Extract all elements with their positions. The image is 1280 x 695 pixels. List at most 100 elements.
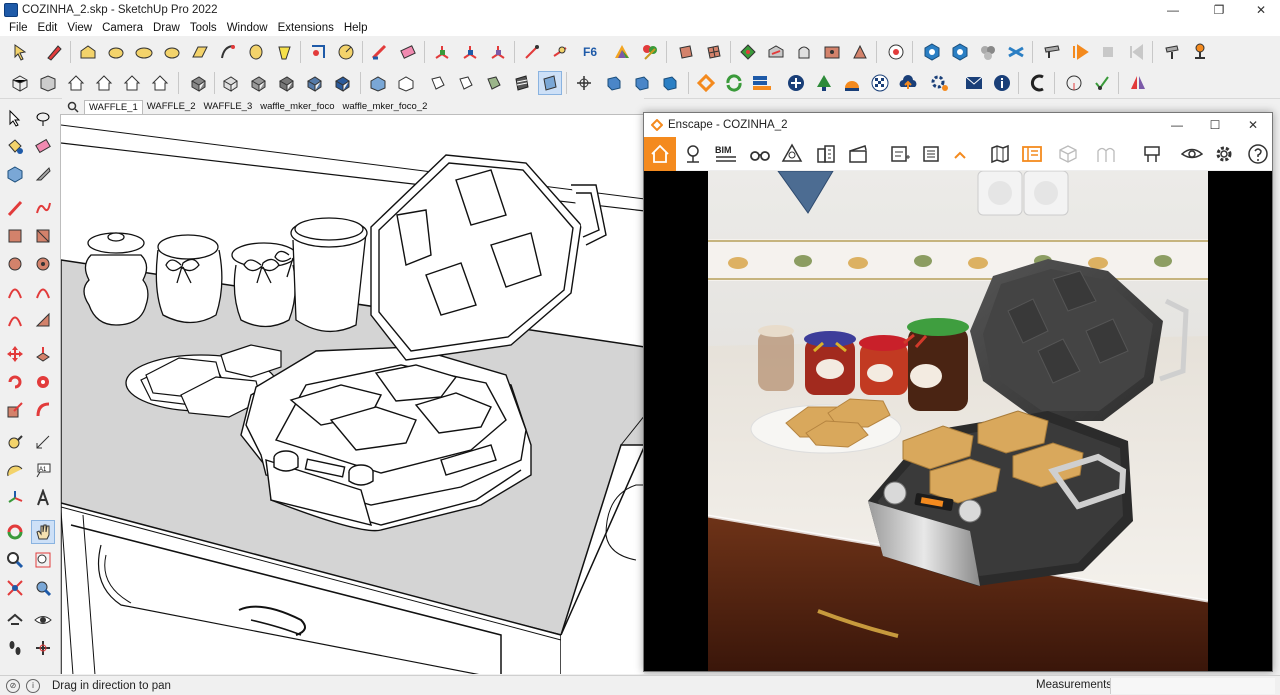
zoom-extents-icon[interactable] xyxy=(3,576,27,600)
sketchup-viewport[interactable] xyxy=(60,114,644,674)
enscape-settings-gear-icon[interactable] xyxy=(1210,140,1238,168)
enscape-close-button[interactable]: ✕ xyxy=(1234,113,1272,137)
axes-icon-1[interactable] xyxy=(430,40,454,64)
walk-footprints-icon[interactable] xyxy=(3,636,27,660)
move-tool-icon[interactable] xyxy=(3,342,27,366)
enscape-binoculars-icon[interactable] xyxy=(746,140,774,168)
look-around-eye-icon[interactable] xyxy=(31,608,55,632)
enscape-minimize-button[interactable]: — xyxy=(1158,113,1196,137)
pencil-icon[interactable] xyxy=(42,40,66,64)
blue-cube-icon-3[interactable] xyxy=(658,71,682,95)
enscape-bim-button[interactable]: BIM xyxy=(712,140,740,168)
color-picker-icon[interactable] xyxy=(610,40,634,64)
measurements-input[interactable] xyxy=(1110,678,1275,694)
enscape-maximize-button[interactable]: ☐ xyxy=(1196,113,1234,137)
tag-tool-icon[interactable] xyxy=(31,162,55,186)
pan-hand-tool-icon[interactable] xyxy=(31,520,55,544)
enscape-location-icon[interactable] xyxy=(680,140,708,168)
axes-pen-icon[interactable] xyxy=(368,40,392,64)
menu-extensions[interactable]: Extensions xyxy=(273,22,339,34)
section-grid-icon[interactable] xyxy=(702,40,726,64)
rectangle-tool-icon[interactable] xyxy=(76,40,100,64)
material-wand-icon[interactable] xyxy=(638,40,662,64)
sky-icon[interactable] xyxy=(840,71,864,95)
eraser-tool-icon[interactable] xyxy=(31,134,55,158)
text-tool-icon[interactable]: A1 xyxy=(31,458,55,482)
pie-tool-icon[interactable] xyxy=(31,308,55,332)
freehand-tool-icon[interactable] xyxy=(31,196,55,220)
enscape-batch-render-icon[interactable] xyxy=(918,140,946,168)
check-edit-icon[interactable] xyxy=(1090,71,1114,95)
right-view-icon[interactable] xyxy=(92,71,116,95)
scene-tab-waffle-2[interactable]: WAFFLE_2 xyxy=(143,100,200,114)
tape-measure-icon[interactable] xyxy=(306,40,330,64)
line-tool-icon[interactable] xyxy=(3,196,27,220)
position-camera-icon[interactable] xyxy=(1188,40,1212,64)
cube-view-icon-6[interactable] xyxy=(510,71,534,95)
axes-tool-icon[interactable] xyxy=(3,486,27,510)
share-model-icon[interactable] xyxy=(764,40,788,64)
textured-style-icon[interactable] xyxy=(302,71,326,95)
menu-camera[interactable]: Camera xyxy=(97,22,148,34)
axes-icon-3[interactable] xyxy=(486,40,510,64)
cloud-upload-icon[interactable] xyxy=(896,71,920,95)
circle-draw-icon[interactable] xyxy=(3,252,27,276)
compass-icon[interactable] xyxy=(1062,71,1086,95)
f6-key-icon[interactable]: F6 xyxy=(580,40,604,64)
3d-text-tool-icon[interactable] xyxy=(31,486,55,510)
credits-info-icon[interactable]: i xyxy=(26,678,40,693)
protractor-tool-icon[interactable] xyxy=(3,458,27,482)
curve-tool-icon[interactable] xyxy=(1026,71,1050,95)
hidden-line-style-icon[interactable] xyxy=(246,71,270,95)
enscape-help-icon[interactable] xyxy=(1244,140,1272,168)
zoom-tool-icon[interactable] xyxy=(3,548,27,572)
minimize-button[interactable]: — xyxy=(1150,0,1196,20)
menu-edit[interactable]: Edit xyxy=(33,22,63,34)
rotated-rectangle-icon[interactable] xyxy=(31,224,55,248)
hex-tool-icon-2[interactable] xyxy=(948,40,972,64)
scene-tab-waffle-1[interactable]: WAFFLE_1 xyxy=(84,100,143,114)
lasso-select-icon[interactable] xyxy=(31,106,55,130)
enscape-panel-toggle-icon[interactable] xyxy=(1018,140,1046,168)
section-plane-icon[interactable] xyxy=(674,40,698,64)
three-point-arc-icon[interactable] xyxy=(3,308,27,332)
menu-view[interactable]: View xyxy=(62,22,97,34)
cube-view-icon-3[interactable] xyxy=(426,71,450,95)
scene-tab-waffle-mker-foco-2[interactable]: waffle_mker_foco_2 xyxy=(339,100,432,114)
enscape-map-icon[interactable] xyxy=(986,140,1014,168)
rectangle-draw-icon[interactable] xyxy=(3,224,27,248)
polygon-draw-icon[interactable] xyxy=(31,252,55,276)
tape-measure-tool-icon[interactable] xyxy=(3,430,27,454)
position-camera-tool-icon[interactable] xyxy=(3,608,27,632)
arc-draw-icon[interactable] xyxy=(3,280,27,304)
paint-bucket-tool-icon[interactable] xyxy=(3,134,27,158)
pushpull-tool-icon[interactable] xyxy=(188,40,212,64)
close-button[interactable]: ✕ xyxy=(1238,0,1280,20)
enscape-video-icon[interactable] xyxy=(844,140,872,168)
layers-icon[interactable] xyxy=(1004,40,1028,64)
cube-view-icon-1[interactable] xyxy=(366,71,390,95)
enscape-buildings-icon[interactable] xyxy=(812,140,840,168)
previous-view-icon[interactable] xyxy=(31,576,55,600)
two-point-arc-icon[interactable] xyxy=(31,280,55,304)
dimension-tool-icon[interactable] xyxy=(31,430,55,454)
menu-draw[interactable]: Draw xyxy=(148,22,185,34)
rotate-tool-icon[interactable] xyxy=(3,370,27,394)
enscape-render-view[interactable] xyxy=(708,171,1208,671)
component-tool-icon[interactable] xyxy=(3,162,27,186)
scene-camera-icon[interactable] xyxy=(1040,40,1064,64)
previous-scene-icon[interactable] xyxy=(1124,40,1148,64)
home-front-view-icon[interactable] xyxy=(64,71,88,95)
scene-search-icon[interactable] xyxy=(62,100,84,114)
protractor-icon[interactable] xyxy=(334,40,358,64)
orbit-tool-icon[interactable] xyxy=(3,520,27,544)
menu-tools[interactable]: Tools xyxy=(185,22,222,34)
blue-cube-icon-1[interactable] xyxy=(602,71,626,95)
follow-me-icon[interactable] xyxy=(216,40,240,64)
enscape-collaboration-icon[interactable] xyxy=(1138,140,1166,168)
tree-icon[interactable] xyxy=(812,71,836,95)
add-icon[interactable] xyxy=(784,71,808,95)
orbit-axis-icon[interactable] xyxy=(572,71,596,95)
enscape-asset-library-icon[interactable] xyxy=(778,140,806,168)
section-plane-tool-icon[interactable] xyxy=(31,636,55,660)
